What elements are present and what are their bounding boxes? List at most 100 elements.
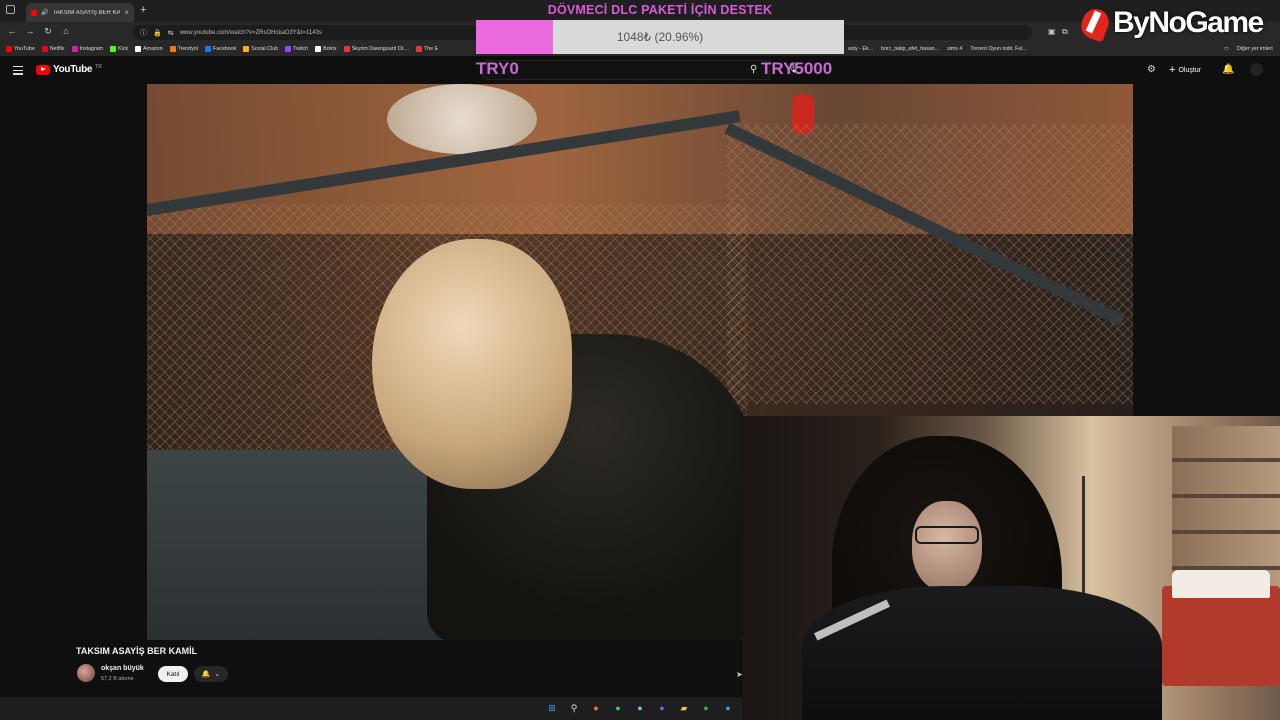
folder-icon[interactable]: ▰ [677, 701, 691, 715]
bookmark-item[interactable]: asty - Ek... [848, 46, 873, 52]
bookmark-label: The E [424, 46, 439, 52]
bookmark-item[interactable]: The E [416, 46, 438, 52]
youtube-logo[interactable]: YouTube TR [36, 64, 102, 75]
webcam-glasses [915, 526, 979, 544]
home-icon[interactable]: ⌂ [60, 26, 72, 36]
bookmark-favicon-icon [169, 46, 176, 52]
other-bookmarks[interactable]: ▭ Diğer yer imleri [1224, 42, 1273, 56]
bynogame-mark-icon [1078, 5, 1110, 41]
info-icon[interactable]: ⓘ [140, 28, 147, 38]
notifications-button[interactable]: 🔔 ⌄ [194, 666, 228, 682]
menu-icon[interactable] [13, 66, 23, 77]
other-bookmarks-label: Diğer yer imleri [1237, 46, 1273, 52]
create-button[interactable]: + Oluştur [1163, 61, 1207, 79]
gear-icon[interactable]: ⚙ [1147, 64, 1156, 75]
channel-name[interactable]: okşan büyük [101, 665, 144, 672]
create-label: Oluştur [1178, 66, 1201, 74]
bookmark-label: YouTube [14, 46, 35, 52]
bookmark-label: Instagram [79, 46, 104, 52]
bookmark-item[interactable]: Botrix [315, 46, 337, 52]
webcam-overlay [742, 416, 1280, 720]
bookmark-item[interactable]: borc_takip_afet_hasan... [881, 46, 939, 52]
bookmark-favicon-icon [71, 46, 78, 52]
tab-list-icon[interactable] [6, 5, 15, 14]
join-button[interactable]: Katıl [158, 666, 188, 682]
tab-title: TAKSİM ASAYİŞ BER KAMİL [52, 9, 121, 16]
youtube-play-icon [36, 64, 50, 75]
speaker-icon[interactable]: 🔊 [41, 9, 48, 16]
bookmark-item[interactable]: Netflix [41, 46, 65, 52]
bookmark-label: Kick [118, 46, 129, 52]
bookmark-favicon-icon [343, 46, 350, 52]
bookmark-label: borc_takip_afet_hasan... [881, 46, 940, 52]
bookmark-item[interactable]: Facebook [204, 46, 237, 52]
bookmark-item[interactable]: Instagram [71, 46, 104, 52]
windows-taskbar [0, 697, 742, 720]
youtube-masthead: YouTube TR ⚲ 🎙 ⚙ + Oluştur 🔔 [0, 56, 1280, 84]
bookmark-item[interactable]: Twitch [285, 46, 308, 52]
search-input[interactable] [480, 60, 770, 80]
reload-icon[interactable]: ↻ [42, 26, 54, 37]
search-icon[interactable]: ⚲ [750, 64, 757, 75]
close-tab-icon[interactable]: × [124, 8, 129, 17]
extension-icon[interactable]: ▣ [1048, 27, 1056, 36]
subscriber-count: 57,2 B abone [101, 676, 134, 682]
bookmark-label: Skyrim Dawnguard DL... [351, 46, 410, 52]
bookmark-item[interactable]: Trendyol [169, 46, 198, 52]
bookmark-item[interactable]: Social Club [243, 46, 278, 52]
bookmark-label: asty - Ek... [848, 46, 874, 52]
lock-icon: 🔒 [153, 29, 162, 37]
donation-progress-bar: 1048₺ (20.96%) [476, 20, 844, 54]
whatsapp-icon[interactable]: ● [611, 701, 625, 715]
bookmark-item[interactable]: sims 4 [947, 46, 962, 52]
bell-icon[interactable]: 🔔 [1222, 64, 1234, 75]
chevron-down-icon: ⌄ [214, 671, 221, 678]
youtube-favicon-icon [31, 9, 37, 16]
bookmark-item[interactable]: Torrent Oyun indir, Ful... [970, 46, 1027, 52]
donation-amount: 1048₺ (20.96%) [616, 30, 704, 44]
bookmark-item[interactable]: Skyrim Dawnguard DL... [343, 46, 410, 52]
forward-icon[interactable]: → [24, 26, 36, 36]
spotify-icon[interactable]: ● [699, 701, 713, 715]
bookmark-favicon-icon [243, 46, 250, 52]
avatar[interactable] [1250, 63, 1263, 76]
bookmark-favicon-icon [416, 46, 423, 52]
bookmark-label: Amazon [143, 46, 163, 52]
bookmark-favicon-icon [41, 46, 48, 52]
bookmark-item[interactable]: Amazon [135, 46, 163, 52]
bookmark-item[interactable]: Kick [110, 46, 128, 52]
site-settings-icon[interactable]: ⇆ [168, 29, 174, 37]
bookmark-favicon-icon [110, 46, 117, 52]
video-fence-mesh-right [727, 124, 1133, 404]
bookmark-label: Botrix [323, 46, 337, 52]
url-text[interactable]: www.youtube.com/watch?v=ZRsOHckaO3Y&t=11… [180, 30, 322, 36]
bookmark-label: Social Club [251, 46, 279, 52]
webcam-streamer-jacket [802, 586, 1162, 720]
steam-icon[interactable]: ● [633, 701, 647, 715]
donation-goal-min: TRY0 [476, 59, 519, 78]
youtube-wordmark: YouTube [53, 64, 93, 75]
bookmark-label: Twitch [293, 46, 309, 52]
bookmark-label: Netflix [49, 46, 65, 52]
bookmark-label: Trendyol [177, 46, 198, 52]
bookmark-item[interactable]: YouTube [6, 46, 35, 52]
video-title: TAKSIM ASAYİŞ BER KAMİL [76, 646, 198, 656]
donation-title: DÖVMECİ DLC PAKETİ İÇİN DESTEK [547, 3, 773, 17]
new-tab-button[interactable]: + [140, 4, 146, 16]
arrow-icon: ➤ [736, 670, 743, 679]
bookmarks-bar-right: asty - Ek... borc_takip_afet_hasan... sims… [848, 42, 1027, 56]
edge-icon[interactable]: ● [721, 701, 735, 715]
browser-tab[interactable]: 🔊 TAKSİM ASAYİŞ BER KAMİL × [26, 3, 134, 22]
channel-avatar[interactable] [77, 664, 95, 682]
search-icon[interactable]: ⚲ [567, 701, 581, 715]
video-cat [387, 84, 537, 154]
back-icon[interactable]: ← [6, 26, 18, 36]
extension-icon-2[interactable]: ⧉ [1062, 27, 1068, 37]
country-code: TR [95, 63, 102, 70]
firefox-icon[interactable]: ● [589, 701, 603, 715]
bookmark-label: Facebook [212, 46, 237, 52]
bookmark-label: Torrent Oyun indir, Ful... [970, 46, 1027, 52]
donation-goal-max: TRY5000 [761, 59, 833, 78]
discord-icon[interactable]: ● [655, 701, 669, 715]
windows-icon[interactable]: ⊞ [545, 701, 559, 715]
